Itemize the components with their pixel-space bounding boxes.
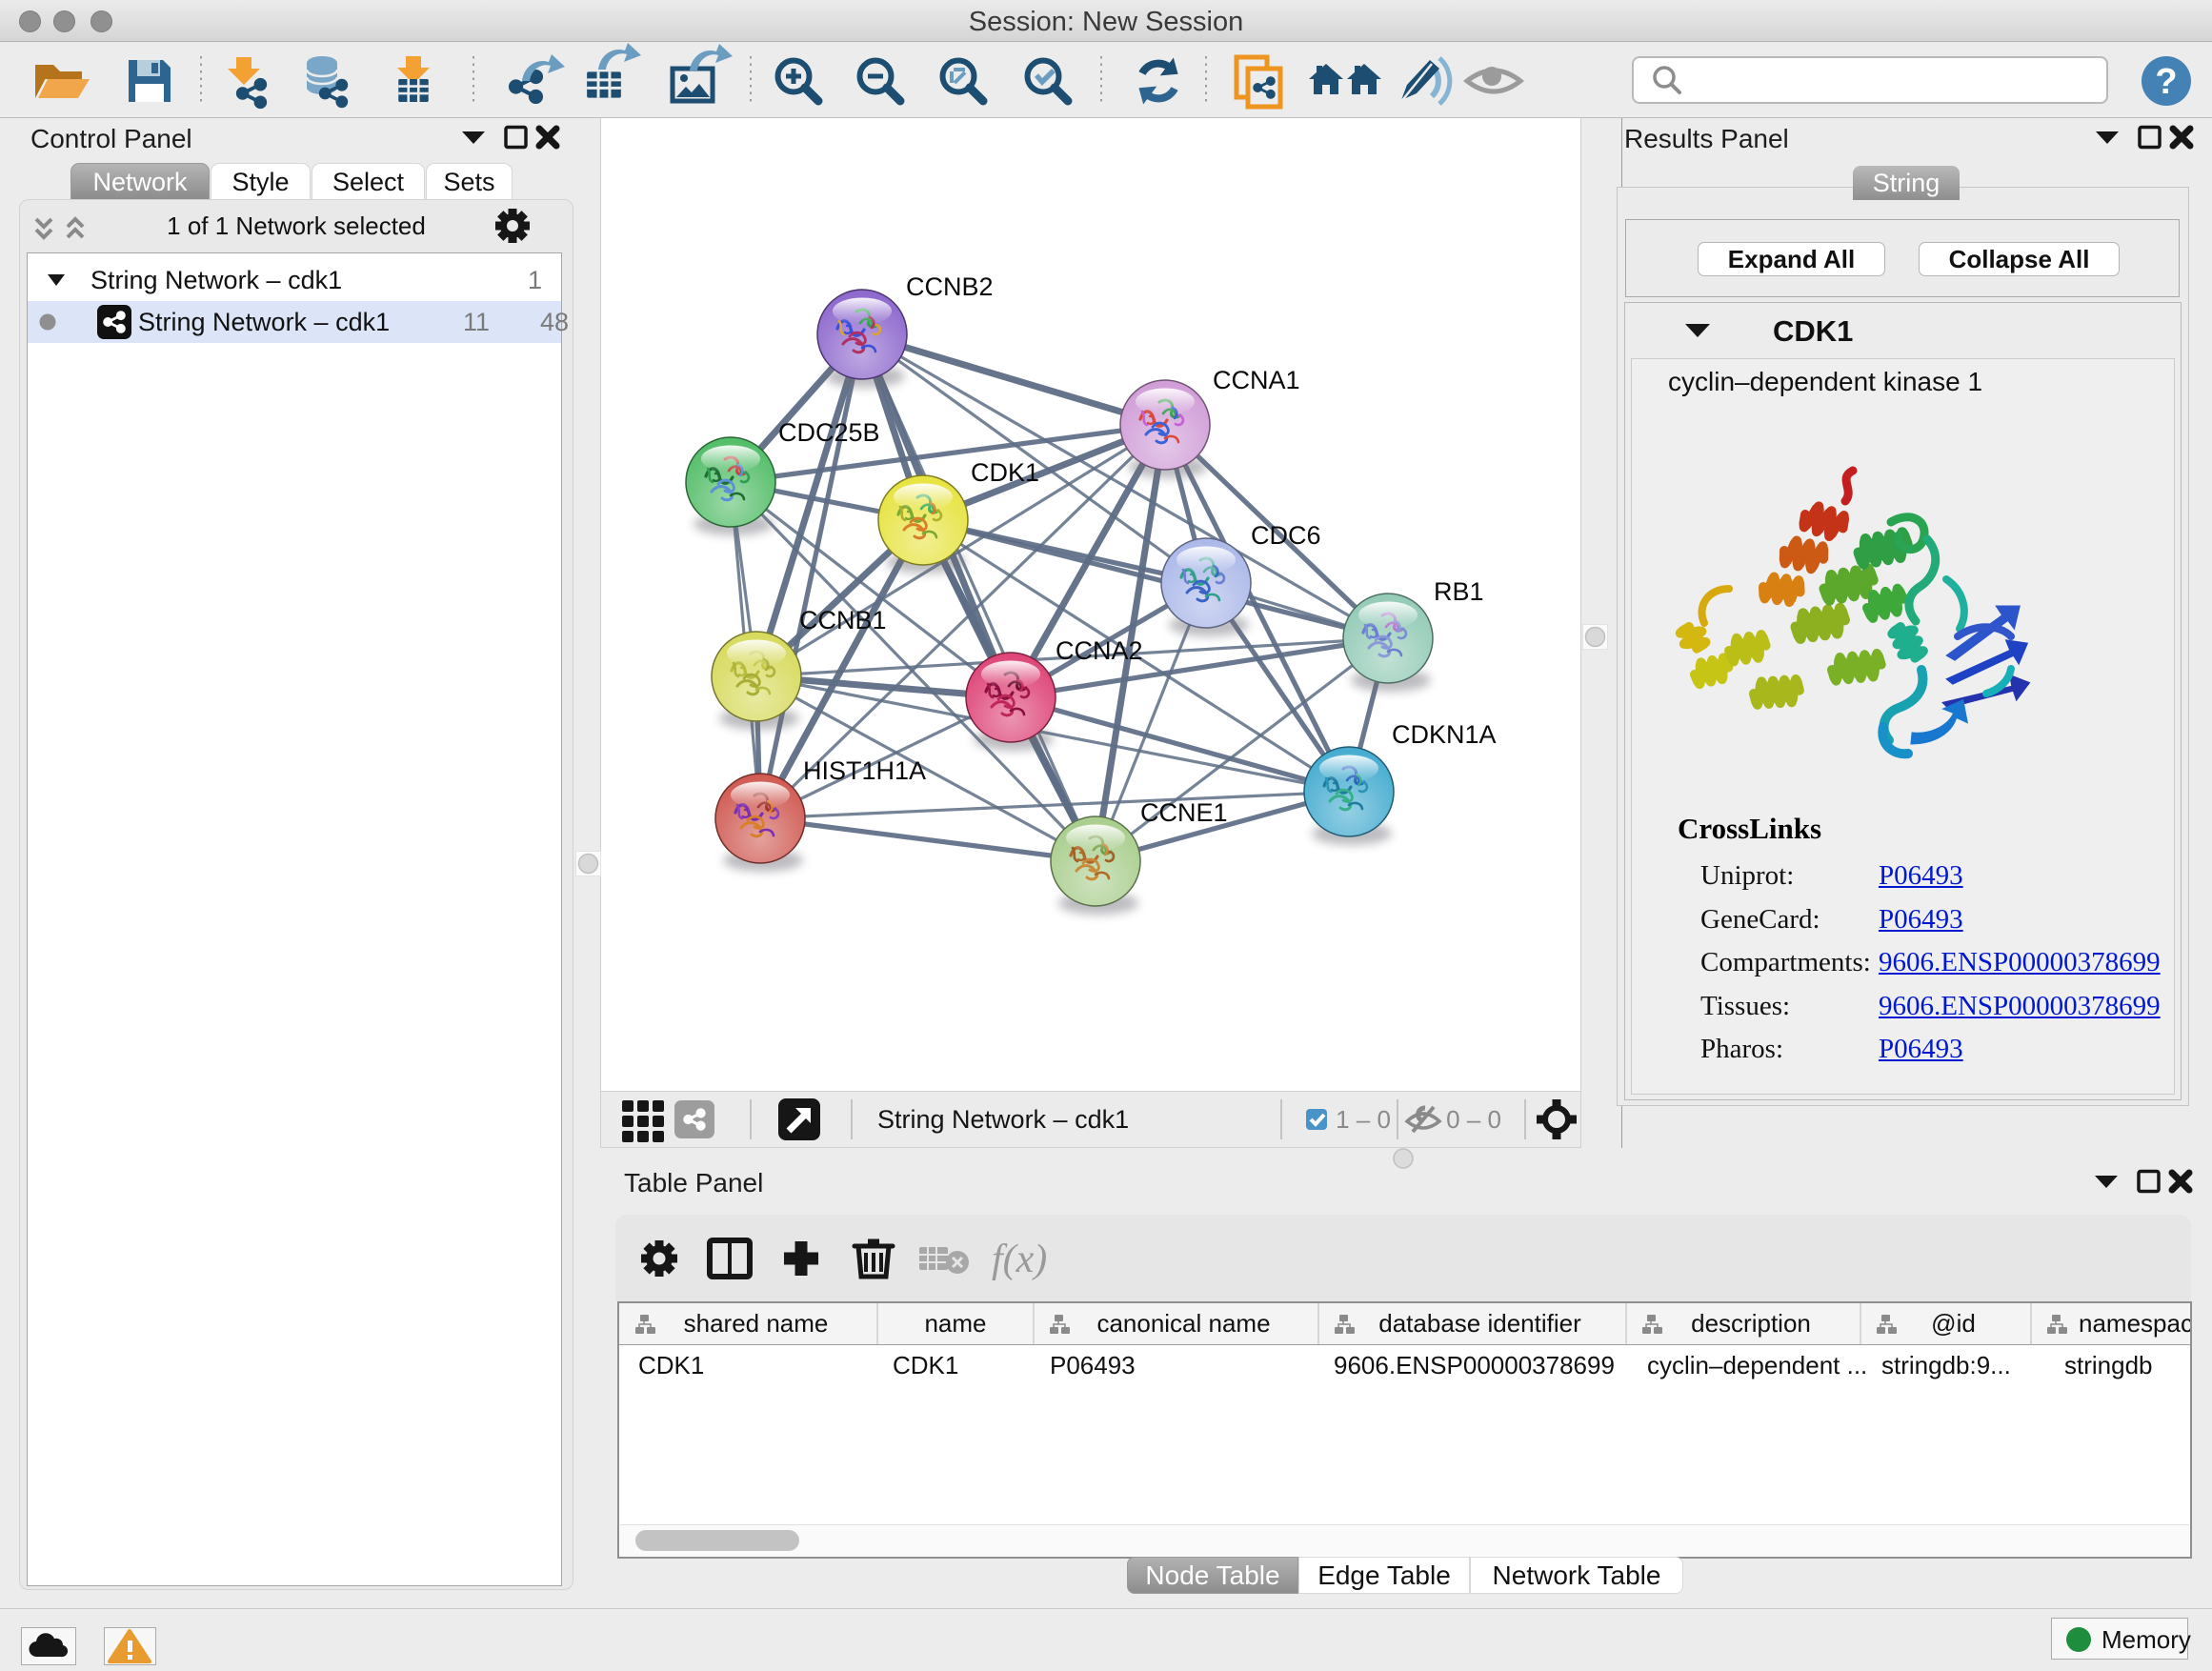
svg-text:CDK1: CDK1 (1773, 314, 1853, 348)
svg-text:0 – 0: 0 – 0 (1446, 1105, 1501, 1134)
svg-text:String Network – cdk1: String Network – cdk1 (877, 1105, 1129, 1134)
svg-text:namespace: namespace (2079, 1309, 2190, 1338)
svg-text:CDKN1A: CDKN1A (1392, 720, 1497, 749)
svg-text:?: ? (2155, 62, 2177, 102)
svg-text:database identifier: database identifier (1378, 1309, 1581, 1338)
svg-text:name: name (924, 1309, 986, 1338)
svg-text:canonical name: canonical name (1096, 1309, 1270, 1338)
svg-text:shared name: shared name (684, 1309, 829, 1338)
svg-text:CCNB2: CCNB2 (906, 272, 994, 301)
svg-text:f(x): f(x) (992, 1238, 1047, 1281)
svg-text:CCNE1: CCNE1 (1140, 798, 1228, 827)
svg-text:CDC25B: CDC25B (778, 418, 880, 447)
svg-text:HIST1H1A: HIST1H1A (803, 756, 926, 785)
svg-text:CCNB1: CCNB1 (799, 606, 887, 634)
svg-text:@id: @id (1931, 1309, 1976, 1338)
svg-text:CDC6: CDC6 (1251, 521, 1321, 550)
svg-text:CCNA1: CCNA1 (1213, 366, 1300, 394)
svg-text:RB1: RB1 (1434, 577, 1484, 606)
svg-text:CCNA2: CCNA2 (1056, 636, 1143, 665)
svg-text:description: description (1691, 1309, 1811, 1338)
svg-text:1 – 0: 1 – 0 (1336, 1105, 1391, 1134)
svg-text:CDK1: CDK1 (971, 458, 1039, 487)
